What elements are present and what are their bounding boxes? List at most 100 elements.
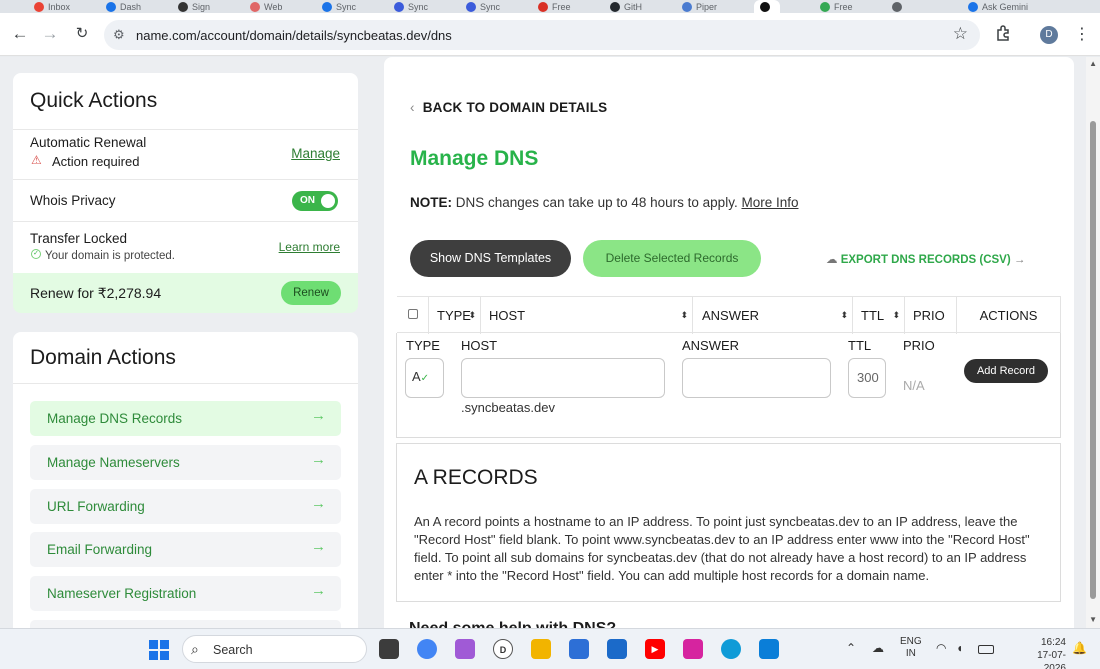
onedrive-icon[interactable]: ☁ bbox=[872, 641, 884, 655]
renew-price-text: Renew for ₹2,278.94 bbox=[30, 285, 162, 301]
outlook-icon[interactable] bbox=[607, 639, 627, 659]
scroll-up-icon[interactable]: ▲ bbox=[1089, 59, 1097, 68]
browser-tab[interactable] bbox=[754, 0, 780, 13]
action-required-text: Action required bbox=[52, 154, 140, 169]
url-text[interactable]: name.com/account/domain/details/syncbeat… bbox=[136, 28, 452, 43]
vscode-icon[interactable] bbox=[759, 639, 779, 659]
address-bar[interactable]: ⚙ name.com/account/domain/details/syncbe… bbox=[104, 20, 980, 50]
file-explorer-icon[interactable] bbox=[531, 639, 551, 659]
delete-selected-records-button[interactable]: Delete Selected Records bbox=[583, 240, 761, 277]
browser-tab[interactable]: Free bbox=[538, 0, 571, 13]
browser-tab[interactable] bbox=[892, 0, 906, 13]
show-dns-templates-button[interactable]: Show DNS Templates bbox=[410, 240, 571, 277]
browser-tab[interactable]: Sign bbox=[178, 0, 210, 13]
info-title: A RECORDS bbox=[414, 466, 538, 489]
browser-menu-icon[interactable]: ⋮ bbox=[1074, 24, 1090, 44]
answer-label: ANSWER bbox=[682, 338, 740, 353]
wifi-icon[interactable]: ◠ bbox=[936, 641, 946, 655]
column-header-host[interactable]: HOST ⬍ bbox=[480, 297, 692, 334]
domain-action-email-forwarding[interactable]: Email Forwarding → bbox=[30, 532, 341, 567]
taskbar-search[interactable]: ⌕ Search bbox=[182, 635, 367, 663]
site-info-icon[interactable]: ⚙ bbox=[113, 27, 125, 43]
column-header-label: ANSWER bbox=[702, 308, 760, 323]
host-input[interactable] bbox=[461, 358, 665, 398]
browser-tab[interactable]: Sync bbox=[322, 0, 356, 13]
volume-icon[interactable]: ◖ bbox=[956, 641, 963, 655]
more-info-link[interactable]: More Info bbox=[741, 195, 798, 210]
browser-tab[interactable]: Ask Gemini bbox=[968, 0, 1028, 13]
language-indicator[interactable]: ENG IN bbox=[900, 636, 922, 660]
browser-tab[interactable]: GitH bbox=[610, 0, 642, 13]
renew-button[interactable]: Renew bbox=[281, 281, 341, 305]
forward-icon[interactable]: → bbox=[40, 24, 60, 44]
browser-tab[interactable]: Free bbox=[820, 0, 853, 13]
language-code: ENG bbox=[900, 636, 922, 647]
task-view-icon[interactable] bbox=[379, 639, 399, 659]
browser-tab[interactable]: Inbox bbox=[34, 0, 70, 13]
browser-tab[interactable]: Piper bbox=[682, 0, 717, 13]
scrollbar-thumb[interactable] bbox=[1090, 121, 1096, 599]
chevron-up-icon[interactable]: ⌃ bbox=[846, 641, 856, 655]
tab-label: Sync bbox=[336, 1, 357, 12]
learn-more-link[interactable]: Learn more bbox=[279, 240, 340, 254]
dell-icon[interactable]: D bbox=[493, 639, 513, 659]
browser-tab[interactable]: Sync bbox=[394, 0, 428, 13]
store-icon[interactable] bbox=[569, 639, 589, 659]
youtube-icon[interactable]: ▶ bbox=[645, 639, 665, 659]
column-header-type[interactable]: TYPE ⬍ bbox=[428, 297, 480, 334]
domain-action-url-forwarding[interactable]: URL Forwarding → bbox=[30, 489, 341, 524]
tab-strip: Inbox Dash Sign Web Sync Sync Sync Free GitH Pipe… bbox=[0, 0, 1100, 13]
tab-favicon-icon bbox=[760, 1, 770, 12]
toggle-state-label: ON bbox=[300, 195, 315, 206]
divider bbox=[13, 179, 358, 180]
chrome-icon[interactable] bbox=[417, 639, 437, 659]
profile-avatar[interactable]: D bbox=[1040, 26, 1058, 44]
domain-action-nameserver-registration[interactable]: Nameserver Registration → bbox=[30, 576, 341, 611]
whois-privacy-label: Whois Privacy bbox=[30, 193, 116, 208]
start-button-icon[interactable] bbox=[149, 640, 169, 660]
tab-label: Sync bbox=[480, 1, 501, 12]
sort-icon: ⬍ bbox=[680, 310, 688, 320]
manage-renewal-link[interactable]: Manage bbox=[291, 146, 340, 161]
answer-input[interactable] bbox=[682, 358, 831, 398]
domain-action-manage-dns[interactable]: Manage DNS Records → bbox=[30, 401, 341, 436]
host-label: HOST bbox=[461, 338, 498, 353]
domain-action-manage-nameservers[interactable]: Manage Nameservers → bbox=[30, 445, 341, 480]
select-all-checkbox[interactable] bbox=[408, 309, 418, 319]
copilot-icon[interactable] bbox=[455, 639, 475, 659]
extensions-icon[interactable] bbox=[994, 24, 1012, 42]
back-icon[interactable]: ← bbox=[10, 24, 30, 44]
sort-icon: ⬍ bbox=[840, 310, 848, 320]
back-to-domain-details-link[interactable]: ‹ BACK TO DOMAIN DETAILS bbox=[410, 100, 607, 115]
column-header-actions: ACTIONS bbox=[956, 297, 1061, 334]
note-body: DNS changes can take up to 48 hours to a… bbox=[455, 195, 738, 210]
type-label: TYPE bbox=[406, 338, 440, 353]
battery-icon[interactable] bbox=[978, 645, 994, 654]
arrow-right-icon: → bbox=[311, 451, 326, 468]
tab-favicon-icon bbox=[394, 1, 404, 12]
system-clock[interactable]: 16:24 17-07-2026 bbox=[1036, 636, 1066, 669]
column-header-answer[interactable]: ANSWER ⬍ bbox=[692, 297, 852, 334]
ttl-input[interactable]: 300 bbox=[848, 358, 886, 398]
whois-privacy-toggle[interactable]: ON bbox=[292, 191, 338, 211]
record-type-info-box: A RECORDS An A record points a hostname … bbox=[396, 443, 1061, 602]
column-header-ttl[interactable]: TTL ⬍ bbox=[852, 297, 904, 334]
browser-tab[interactable]: Web bbox=[250, 0, 282, 13]
notification-bell-icon[interactable]: 🔔 bbox=[1072, 641, 1087, 655]
scroll-down-icon[interactable]: ▼ bbox=[1089, 615, 1097, 624]
export-dns-records-link[interactable]: ☁ EXPORT DNS RECORDS (CSV) → bbox=[826, 252, 1025, 266]
domain-action-label: URL Forwarding bbox=[47, 499, 145, 514]
add-record-button[interactable]: Add Record bbox=[964, 359, 1048, 383]
edge-icon[interactable] bbox=[721, 639, 741, 659]
check-circle-icon: ✓ bbox=[31, 249, 41, 259]
domain-action-more[interactable] bbox=[30, 620, 341, 628]
browser-tab[interactable]: Dash bbox=[106, 0, 141, 13]
record-type-select[interactable]: A✓ bbox=[405, 358, 444, 398]
instagram-icon[interactable] bbox=[683, 639, 703, 659]
bookmark-star-icon[interactable]: ☆ bbox=[953, 24, 968, 44]
tab-label: Free bbox=[834, 1, 853, 12]
page-scrollbar[interactable]: ▲ ▼ bbox=[1086, 57, 1100, 628]
tab-label: Free bbox=[552, 1, 571, 12]
reload-icon[interactable]: ↻ bbox=[72, 24, 92, 44]
browser-tab[interactable]: Sync bbox=[466, 0, 500, 13]
